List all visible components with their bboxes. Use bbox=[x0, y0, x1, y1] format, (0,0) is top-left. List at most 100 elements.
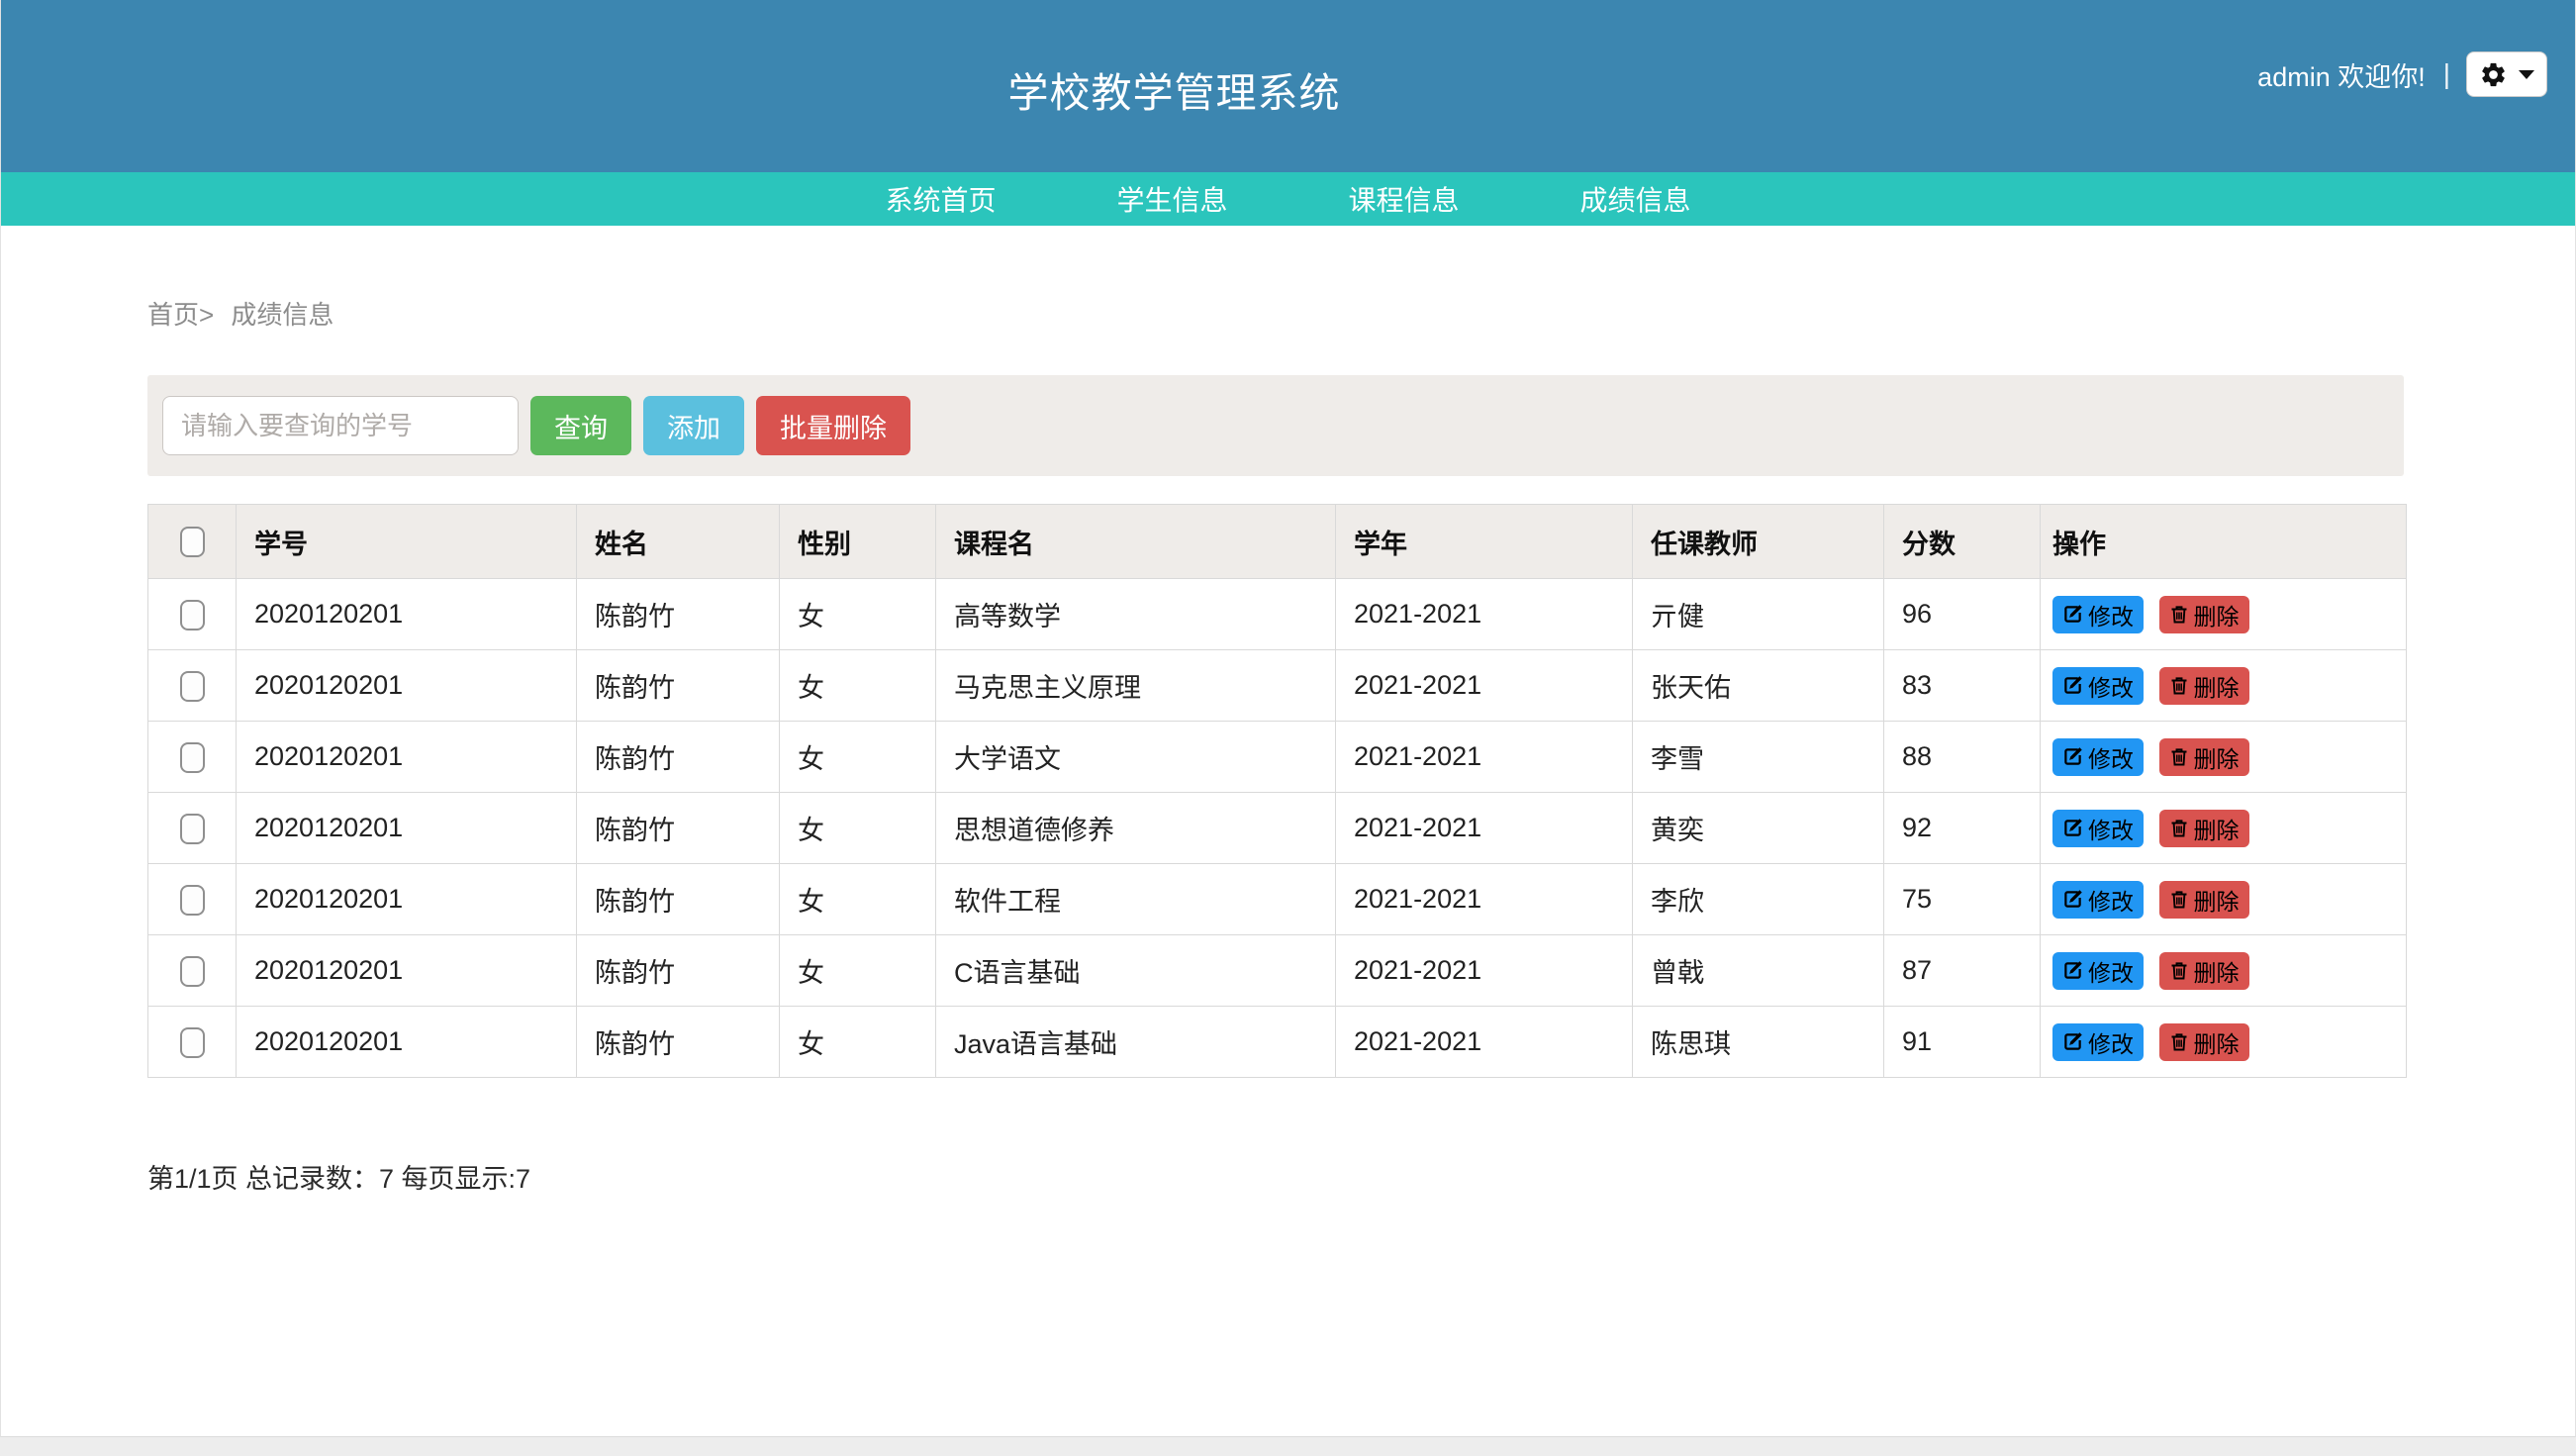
cell-year: 2021-2021 bbox=[1336, 935, 1633, 1007]
pagination-info: 第1/1页 总记录数：7 每页显示:7 bbox=[147, 1157, 2404, 1196]
cell-teacher: 陈思琪 bbox=[1633, 1007, 1884, 1078]
chevron-down-icon bbox=[2519, 70, 2534, 79]
edit-button[interactable]: 修改 bbox=[2052, 810, 2144, 847]
edit-button[interactable]: 修改 bbox=[2052, 952, 2144, 990]
trash-icon bbox=[2169, 746, 2189, 767]
delete-button[interactable]: 删除 bbox=[2159, 596, 2249, 633]
cell-gender: 女 bbox=[780, 935, 936, 1007]
table-row: 2020120201 陈韵竹 女 软件工程 2021-2021 李欣 75 bbox=[148, 864, 2407, 935]
nav-item-grades[interactable]: 成绩信息 bbox=[1580, 179, 1691, 219]
cell-student-id: 2020120201 bbox=[237, 793, 577, 864]
cell-teacher: 李雪 bbox=[1633, 722, 1884, 793]
column-header-name: 姓名 bbox=[577, 505, 780, 579]
cell-score: 75 bbox=[1884, 864, 2041, 935]
page-title: 学校教学管理系统 bbox=[1, 59, 2347, 119]
cell-student-id: 2020120201 bbox=[237, 722, 577, 793]
pencil-square-icon bbox=[2062, 604, 2083, 625]
delete-button[interactable]: 删除 bbox=[2159, 1023, 2249, 1061]
add-button[interactable]: 添加 bbox=[643, 396, 744, 455]
edit-button[interactable]: 修改 bbox=[2052, 738, 2144, 776]
table-row: 2020120201 陈韵竹 女 马克思主义原理 2021-2021 张天佑 8… bbox=[148, 650, 2407, 722]
pencil-square-icon bbox=[2062, 675, 2083, 696]
row-checkbox[interactable] bbox=[180, 1027, 205, 1058]
cell-name: 陈韵竹 bbox=[577, 864, 780, 935]
cell-course: 软件工程 bbox=[936, 864, 1336, 935]
cell-course: 高等数学 bbox=[936, 579, 1336, 650]
row-checkbox[interactable] bbox=[180, 742, 205, 773]
nav-item-courses[interactable]: 课程信息 bbox=[1349, 179, 1460, 219]
row-checkbox[interactable] bbox=[180, 956, 205, 987]
search-input[interactable] bbox=[162, 396, 519, 455]
column-header-teacher: 任课教师 bbox=[1633, 505, 1884, 579]
nav-item-students[interactable]: 学生信息 bbox=[1116, 179, 1227, 219]
query-button[interactable]: 查询 bbox=[530, 396, 631, 455]
cell-teacher: 张天佑 bbox=[1633, 650, 1884, 722]
cell-gender: 女 bbox=[780, 1007, 936, 1078]
cell-gender: 女 bbox=[780, 650, 936, 722]
gear-icon bbox=[2479, 60, 2508, 89]
row-checkbox[interactable] bbox=[180, 885, 205, 916]
cell-score: 83 bbox=[1884, 650, 2041, 722]
cell-name: 陈韵竹 bbox=[577, 793, 780, 864]
cell-teacher: 曾戟 bbox=[1633, 935, 1884, 1007]
cell-gender: 女 bbox=[780, 793, 936, 864]
breadcrumb: 首页> 成绩信息 bbox=[147, 295, 2404, 332]
cell-score: 91 bbox=[1884, 1007, 2041, 1078]
cell-gender: 女 bbox=[780, 722, 936, 793]
cell-year: 2021-2021 bbox=[1336, 1007, 1633, 1078]
edit-button[interactable]: 修改 bbox=[2052, 667, 2144, 705]
nav-item-home[interactable]: 系统首页 bbox=[885, 179, 996, 219]
batch-delete-button[interactable]: 批量删除 bbox=[756, 396, 910, 455]
cell-course: Java语言基础 bbox=[936, 1007, 1336, 1078]
delete-button[interactable]: 删除 bbox=[2159, 738, 2249, 776]
cell-teacher: 李欣 bbox=[1633, 864, 1884, 935]
cell-student-id: 2020120201 bbox=[237, 864, 577, 935]
select-all-checkbox[interactable] bbox=[180, 527, 205, 557]
delete-button[interactable]: 删除 bbox=[2159, 952, 2249, 990]
breadcrumb-home[interactable]: 首页> bbox=[147, 300, 214, 330]
trash-icon bbox=[2169, 1031, 2189, 1052]
cell-student-id: 2020120201 bbox=[237, 650, 577, 722]
pencil-square-icon bbox=[2062, 1031, 2083, 1052]
header-separator: | bbox=[2443, 58, 2450, 90]
settings-button[interactable] bbox=[2466, 51, 2547, 97]
edit-button[interactable]: 修改 bbox=[2052, 1023, 2144, 1061]
delete-button[interactable]: 删除 bbox=[2159, 810, 2249, 847]
cell-name: 陈韵竹 bbox=[577, 579, 780, 650]
grades-table: 学号 姓名 性别 课程名 学年 任课教师 分数 操作 2020120201 陈韵… bbox=[147, 504, 2407, 1078]
pencil-square-icon bbox=[2062, 889, 2083, 910]
page: 学校教学管理系统 admin 欢迎你! | 系统首页 学生信息 课程信息 成绩信… bbox=[0, 0, 2576, 1437]
cell-year: 2021-2021 bbox=[1336, 650, 1633, 722]
pencil-square-icon bbox=[2062, 960, 2083, 981]
pencil-square-icon bbox=[2062, 818, 2083, 838]
cell-course: 大学语文 bbox=[936, 722, 1336, 793]
table-row: 2020120201 陈韵竹 女 高等数学 2021-2021 亓健 96 bbox=[148, 579, 2407, 650]
edit-button[interactable]: 修改 bbox=[2052, 881, 2144, 919]
table-row: 2020120201 陈韵竹 女 Java语言基础 2021-2021 陈思琪 … bbox=[148, 1007, 2407, 1078]
cell-score: 87 bbox=[1884, 935, 2041, 1007]
cell-teacher: 黄奕 bbox=[1633, 793, 1884, 864]
content-area: 首页> 成绩信息 查询 添加 批量删除 学号 姓名 性别 课程名 学年 任课教师 bbox=[1, 295, 2575, 1196]
cell-student-id: 2020120201 bbox=[237, 935, 577, 1007]
table-header-row: 学号 姓名 性别 课程名 学年 任课教师 分数 操作 bbox=[148, 505, 2407, 579]
cell-course: C语言基础 bbox=[936, 935, 1336, 1007]
trash-icon bbox=[2169, 889, 2189, 910]
cell-year: 2021-2021 bbox=[1336, 722, 1633, 793]
cell-gender: 女 bbox=[780, 864, 936, 935]
delete-button[interactable]: 删除 bbox=[2159, 667, 2249, 705]
edit-button[interactable]: 修改 bbox=[2052, 596, 2144, 633]
cell-gender: 女 bbox=[780, 579, 936, 650]
column-header-student-id: 学号 bbox=[237, 505, 577, 579]
table-row: 2020120201 陈韵竹 女 C语言基础 2021-2021 曾戟 87 bbox=[148, 935, 2407, 1007]
header-user-area: admin 欢迎你! | bbox=[2257, 51, 2547, 97]
row-checkbox[interactable] bbox=[180, 814, 205, 844]
column-header-year: 学年 bbox=[1336, 505, 1633, 579]
table-row: 2020120201 陈韵竹 女 思想道德修养 2021-2021 黄奕 92 bbox=[148, 793, 2407, 864]
column-header-score: 分数 bbox=[1884, 505, 2041, 579]
cell-name: 陈韵竹 bbox=[577, 1007, 780, 1078]
row-checkbox[interactable] bbox=[180, 600, 205, 631]
row-checkbox[interactable] bbox=[180, 671, 205, 702]
cell-score: 88 bbox=[1884, 722, 2041, 793]
trash-icon bbox=[2169, 604, 2189, 625]
delete-button[interactable]: 删除 bbox=[2159, 881, 2249, 919]
